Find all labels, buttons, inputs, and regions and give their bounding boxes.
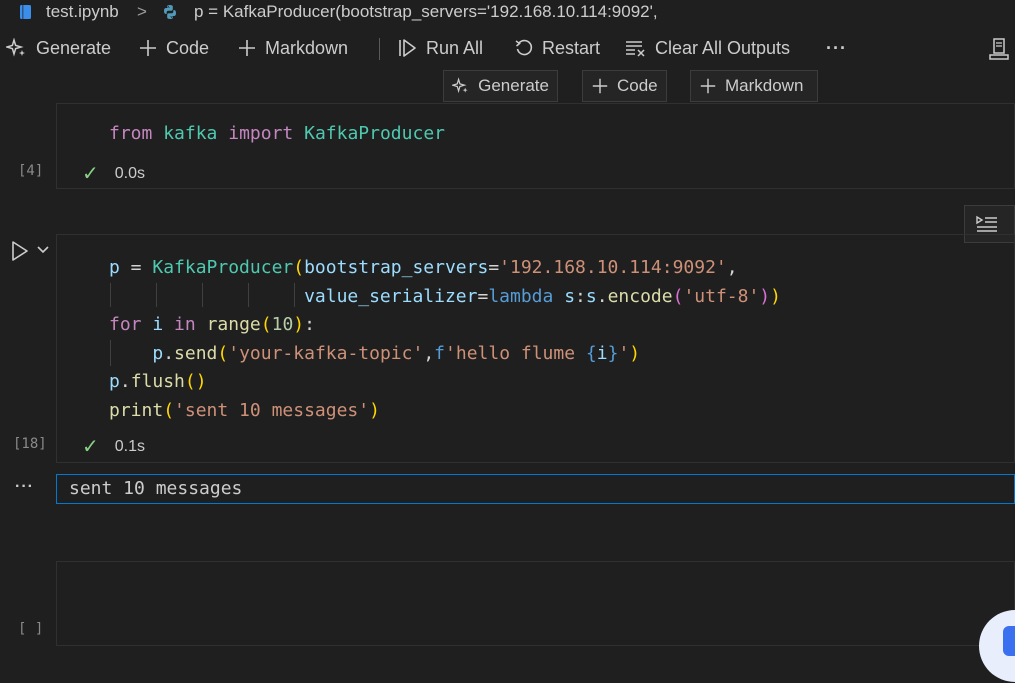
run-all-label: Run All (426, 37, 484, 58)
sparkle-icon (452, 77, 468, 94)
code-cell-1[interactable] (56, 103, 1015, 189)
plus-icon (700, 78, 716, 94)
chevron-down-icon[interactable] (36, 245, 50, 255)
cell-2-status: ✓ 0.1s (82, 434, 145, 459)
code-cell-3[interactable] (56, 561, 1015, 646)
cell-1-status: ✓ 0.0s (82, 161, 145, 186)
breadcrumb-file[interactable]: test.ipynb (46, 2, 119, 22)
toolbar-divider (379, 38, 380, 60)
run-by-line-icon[interactable] (975, 214, 999, 234)
cell-3-execution-count: [ ] (18, 621, 44, 637)
cell-1-source[interactable]: from kafka import KafkaProducer (109, 123, 445, 144)
plus-icon (239, 40, 255, 56)
insert-generate-label: Generate (478, 76, 549, 95)
run-all-button[interactable]: Run All (398, 34, 483, 62)
python-icon (164, 5, 176, 19)
success-check-icon: ✓ (82, 436, 99, 458)
output-menu-button[interactable]: ··· (15, 478, 34, 496)
clear-all-outputs-button[interactable]: Clear All Outputs (625, 34, 790, 62)
breadcrumb: test.ipynb > p = KafkaProducer(bootstrap… (0, 0, 1015, 26)
breadcrumb-separator: > (137, 2, 147, 21)
insert-code-label: Code (617, 76, 658, 95)
plus-icon (140, 40, 156, 56)
success-check-icon: ✓ (82, 163, 99, 185)
generate-label: Generate (36, 37, 112, 58)
output-text: sent 10 messages (69, 478, 243, 499)
cell-2-source[interactable]: p = KafkaProducer(bootstrap_servers='192… (109, 254, 781, 426)
notebook-file-icon (20, 5, 31, 19)
insert-markdown-button[interactable]: Markdown (690, 70, 818, 102)
add-markdown-button[interactable]: Markdown (237, 34, 348, 62)
insert-code-button[interactable]: Code (582, 70, 667, 102)
cell-2-execution-count: [18] (13, 436, 47, 452)
assistant-icon (1003, 626, 1015, 656)
restart-label: Restart (542, 37, 601, 58)
sparkle-icon (6, 38, 25, 57)
add-code-button[interactable]: Code (138, 34, 209, 62)
run-cell-icon[interactable] (10, 240, 30, 262)
cell-1-duration: 0.0s (114, 164, 146, 182)
markdown-label: Markdown (265, 37, 349, 58)
kernel-icon[interactable] (988, 37, 1010, 61)
generate-button[interactable]: Generate (6, 34, 111, 62)
more-actions-button[interactable]: ··· (826, 34, 847, 62)
clear-all-icon (626, 41, 645, 57)
cell-output[interactable]: sent 10 messages (56, 474, 1015, 504)
cell-1-execution-count: [4] (18, 163, 44, 179)
insert-generate-button[interactable]: Generate (443, 70, 558, 102)
clear-all-outputs-label: Clear All Outputs (655, 37, 791, 58)
restart-icon (515, 39, 533, 56)
insert-markdown-label: Markdown (725, 76, 804, 95)
cell-2-duration: 0.1s (114, 437, 146, 455)
run-all-icon (399, 39, 416, 57)
restart-button[interactable]: Restart (514, 34, 600, 62)
breadcrumb-cell-preview[interactable]: p = KafkaProducer(bootstrap_servers='192… (194, 2, 658, 22)
plus-icon (592, 78, 608, 94)
code-label: Code (166, 37, 210, 58)
